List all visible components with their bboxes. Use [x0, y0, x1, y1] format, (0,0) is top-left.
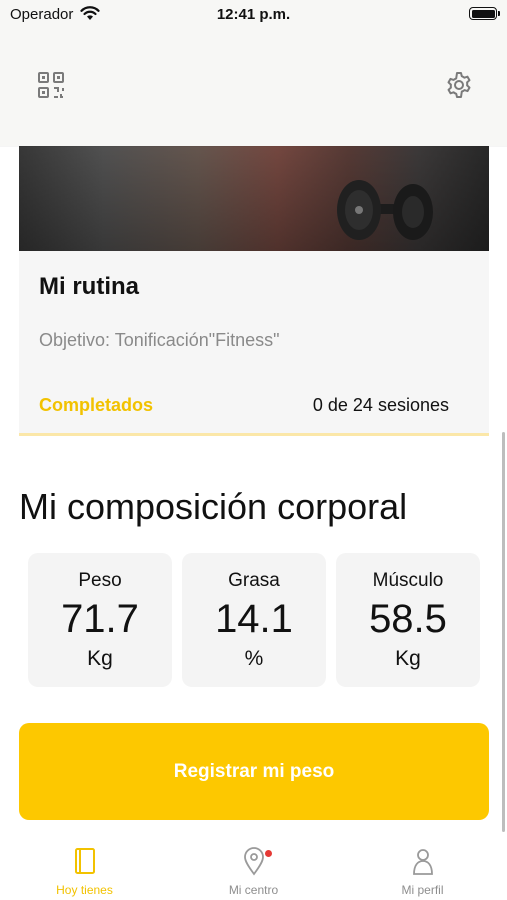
progress-underline — [19, 433, 489, 436]
top-navigation-bar — [0, 30, 507, 146]
tab-today[interactable]: Hoy tienes — [0, 836, 169, 900]
tab-label: Mi centro — [228, 883, 279, 897]
routine-photo — [19, 146, 489, 251]
tab-label: Mi perfil — [401, 883, 444, 897]
person-icon — [412, 849, 433, 875]
routine-objective: Objetivo: Tonificación"Fitness" — [39, 330, 280, 350]
metric-value: 58.5 — [369, 597, 447, 641]
metric-card-weight: Peso 71.7 Kg — [28, 553, 172, 687]
metric-unit: Kg — [87, 647, 113, 670]
dumbbell-image — [337, 180, 433, 240]
metric-value: 14.1 — [215, 597, 293, 641]
metric-label: Músculo — [372, 570, 444, 591]
gear-icon[interactable] — [444, 70, 474, 100]
scroll-indicator[interactable] — [502, 432, 505, 832]
battery-icon — [469, 7, 500, 20]
completed-label: Completados — [39, 395, 154, 415]
metric-card-muscle: Músculo 58.5 Kg — [336, 553, 480, 687]
tab-my-profile[interactable]: Mi perfil — [338, 836, 507, 900]
metric-card-fat: Grasa 14.1 % — [182, 553, 326, 687]
sessions-count: 0 de 24 sesiones — [312, 395, 449, 415]
routine-card[interactable]: Mi rutina Objetivo: Tonificación"Fitness… — [19, 146, 489, 436]
routine-title: Mi rutina — [39, 273, 139, 300]
book-icon — [74, 848, 95, 874]
metric-value: 71.7 — [61, 597, 139, 641]
tab-label: Hoy tienes — [56, 883, 113, 897]
metric-unit: Kg — [395, 647, 421, 670]
register-weight-button[interactable]: Registrar mi peso — [19, 723, 489, 820]
composition-title: Mi composición corporal — [19, 486, 408, 527]
metric-label: Grasa — [228, 570, 280, 591]
tab-bar: Hoy tienes Mi centro Mi perfil — [0, 836, 507, 900]
qr-code-icon[interactable] — [36, 70, 66, 100]
notification-badge — [265, 850, 272, 857]
status-time: 12:41 p.m. — [216, 6, 291, 23]
metric-unit: % — [244, 647, 264, 670]
status-bar: Operador 12:41 p.m. — [0, 0, 507, 30]
metric-label: Peso — [78, 570, 122, 591]
location-pin-icon — [243, 847, 264, 876]
tab-my-center[interactable]: Mi centro — [169, 836, 338, 900]
